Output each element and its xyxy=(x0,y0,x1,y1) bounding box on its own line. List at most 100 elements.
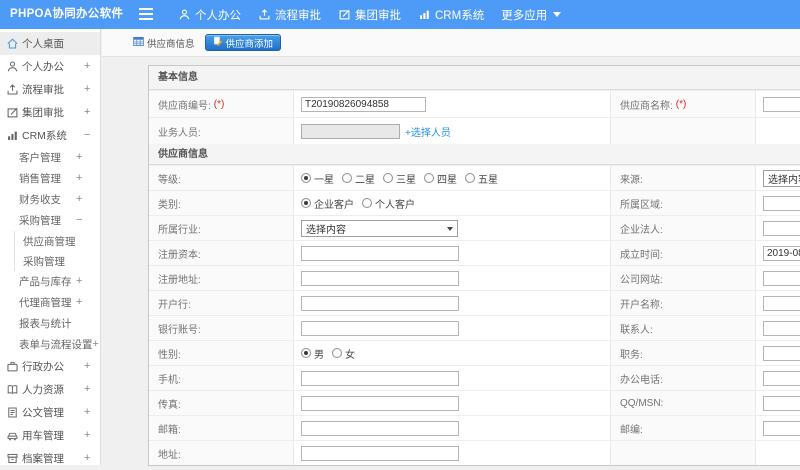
sidebar-item-group-approval[interactable]: 集团审批 + xyxy=(0,101,100,124)
fax-input[interactable] xyxy=(301,395,459,411)
expand-toggle[interactable]: + xyxy=(84,101,90,124)
sidebar-item-vehicle-mgmt[interactable]: 用车管理 + xyxy=(0,424,100,447)
sidebar-item-document-mgmt[interactable]: 公文管理 + xyxy=(0,401,100,424)
form-row: 邮箱: 邮编: xyxy=(149,415,800,440)
sidebar-item-workflow-approval[interactable]: 流程审批 + xyxy=(0,78,100,101)
field-label: 注册资本: xyxy=(149,241,294,265)
mobile-input[interactable] xyxy=(301,370,459,386)
required-mark: (*) xyxy=(675,98,687,110)
radio-option-female[interactable]: 女 xyxy=(332,346,355,361)
crm-submenu: 客户管理 + 销售管理 + 财务收支 + 采购管理 − 供应商管理 采购管理 产… xyxy=(0,147,100,355)
radio-icon[interactable] xyxy=(301,198,311,208)
sidebar-item-purchase-sub[interactable]: 采购管理 xyxy=(15,251,100,271)
radio-option-three-star[interactable]: 三星 xyxy=(383,171,416,186)
collapse-toggle[interactable]: − xyxy=(84,124,90,147)
bank-account-name-input[interactable] xyxy=(763,295,800,311)
sidebar-item-personal-desktop[interactable]: 个人桌面 xyxy=(0,32,100,55)
sidebar-item-archive-mgmt[interactable]: 档案管理 + xyxy=(0,447,100,470)
tab-supplier-list[interactable]: 供应商信息 xyxy=(133,36,195,50)
sidebar-item-finance[interactable]: 财务收支 + xyxy=(0,189,100,210)
field-cell xyxy=(294,366,611,390)
sidebar-item-crm-system[interactable]: CRM系统 − xyxy=(0,124,100,147)
sidebar-item-sales-mgmt[interactable]: 销售管理 + xyxy=(0,168,100,189)
field-label: 手机: xyxy=(149,366,294,390)
sidebar-item-form-flow-settings[interactable]: 表单与流程设置 + xyxy=(0,334,100,355)
radio-icon[interactable] xyxy=(383,173,393,183)
qq-msn-input[interactable] xyxy=(763,395,800,411)
radio-option-individual[interactable]: 个人客户 xyxy=(362,196,415,211)
sidebar-item-purchase-mgmt[interactable]: 采购管理 − xyxy=(0,210,100,231)
registered-capital-input[interactable] xyxy=(301,245,459,261)
contact-input[interactable] xyxy=(763,320,800,336)
zipcode-input[interactable] xyxy=(763,420,800,436)
field-label: 邮箱: xyxy=(149,416,294,440)
expand-toggle[interactable]: + xyxy=(84,355,90,378)
radio-icon[interactable] xyxy=(332,348,342,358)
radio-option-male[interactable]: 男 xyxy=(301,346,324,361)
radio-icon[interactable] xyxy=(424,173,434,183)
region-input[interactable] xyxy=(763,195,800,211)
expand-toggle[interactable]: + xyxy=(76,271,82,292)
radio-icon[interactable] xyxy=(301,348,311,358)
field-cell xyxy=(294,316,611,340)
radio-option-company[interactable]: 企业客户 xyxy=(301,196,354,211)
topnav-group-approval[interactable]: 集团审批 xyxy=(338,7,401,23)
radio-option-five-star[interactable]: 五星 xyxy=(465,171,498,186)
sidebar-item-admin-office[interactable]: 行政办公 + xyxy=(0,355,100,378)
industry-select[interactable]: 选择内容 xyxy=(301,219,458,237)
expand-toggle[interactable]: + xyxy=(84,424,90,447)
address-input[interactable] xyxy=(301,445,459,461)
sidebar-item-personal-office[interactable]: 个人办公 + xyxy=(0,55,100,78)
bank-account-input[interactable] xyxy=(301,320,459,336)
expand-toggle[interactable]: + xyxy=(84,55,90,78)
menu-toggle-icon[interactable] xyxy=(139,8,153,20)
expand-toggle[interactable]: + xyxy=(84,78,90,101)
staff-input[interactable] xyxy=(301,123,400,139)
legal-person-input[interactable] xyxy=(763,220,800,236)
field-cell: 选择内容 xyxy=(294,216,611,240)
collapse-toggle[interactable]: − xyxy=(76,210,82,231)
radio-option-one-star[interactable]: 一星 xyxy=(301,171,334,186)
sidebar-item-reports[interactable]: 报表与统计 xyxy=(0,313,100,334)
expand-toggle[interactable]: + xyxy=(76,189,82,210)
website-input[interactable] xyxy=(763,270,800,286)
sidebar-item-hr[interactable]: 人力资源 + xyxy=(0,378,100,401)
position-input[interactable] xyxy=(763,345,800,361)
expand-toggle[interactable]: + xyxy=(93,334,99,355)
supplier-code-input[interactable] xyxy=(301,96,426,112)
radio-option-two-star[interactable]: 二星 xyxy=(342,171,375,186)
expand-toggle[interactable]: + xyxy=(84,401,90,424)
field-cell xyxy=(756,316,800,340)
tab-supplier-add[interactable]: 供应商添加 xyxy=(204,34,282,51)
sidebar-item-supplier-mgmt[interactable]: 供应商管理 xyxy=(15,231,100,251)
topnav-workflow-approval[interactable]: 流程审批 xyxy=(258,7,321,23)
topnav-more-apps[interactable]: 更多应用 xyxy=(501,7,562,23)
form-row: 开户行: 开户名称: xyxy=(149,290,800,315)
radio-icon[interactable] xyxy=(465,173,475,183)
sidebar-item-agent-mgmt[interactable]: 代理商管理 + xyxy=(0,292,100,313)
radio-icon[interactable] xyxy=(342,173,352,183)
supplier-name-input[interactable] xyxy=(763,96,800,112)
email-input[interactable] xyxy=(301,420,459,436)
sidebar-item-customer-mgmt[interactable]: 客户管理 + xyxy=(0,147,100,168)
field-label: 办公电话: xyxy=(611,366,756,390)
pick-staff-link[interactable]: +选择人员 xyxy=(405,124,451,139)
empty-label-cell xyxy=(611,441,756,465)
radio-icon[interactable] xyxy=(301,173,311,183)
office-phone-input[interactable] xyxy=(763,370,800,386)
registered-address-input[interactable] xyxy=(301,270,459,286)
topnav-crm-system[interactable]: CRM系统 xyxy=(418,7,484,23)
field-label: 传真: xyxy=(149,391,294,415)
expand-toggle[interactable]: + xyxy=(76,147,82,168)
source-select[interactable]: 选择内容 xyxy=(763,169,800,187)
radio-icon[interactable] xyxy=(362,198,372,208)
topnav-personal-office[interactable]: 个人办公 xyxy=(178,7,241,23)
radio-option-four-star[interactable]: 四星 xyxy=(424,171,457,186)
expand-toggle[interactable]: + xyxy=(84,378,90,401)
expand-toggle[interactable]: + xyxy=(76,168,82,189)
bank-input[interactable] xyxy=(301,295,459,311)
expand-toggle[interactable]: + xyxy=(84,447,90,470)
founded-date-input[interactable] xyxy=(763,245,800,261)
sidebar-item-product-inventory[interactable]: 产品与库存 + xyxy=(0,271,100,292)
expand-toggle[interactable]: + xyxy=(76,292,82,313)
